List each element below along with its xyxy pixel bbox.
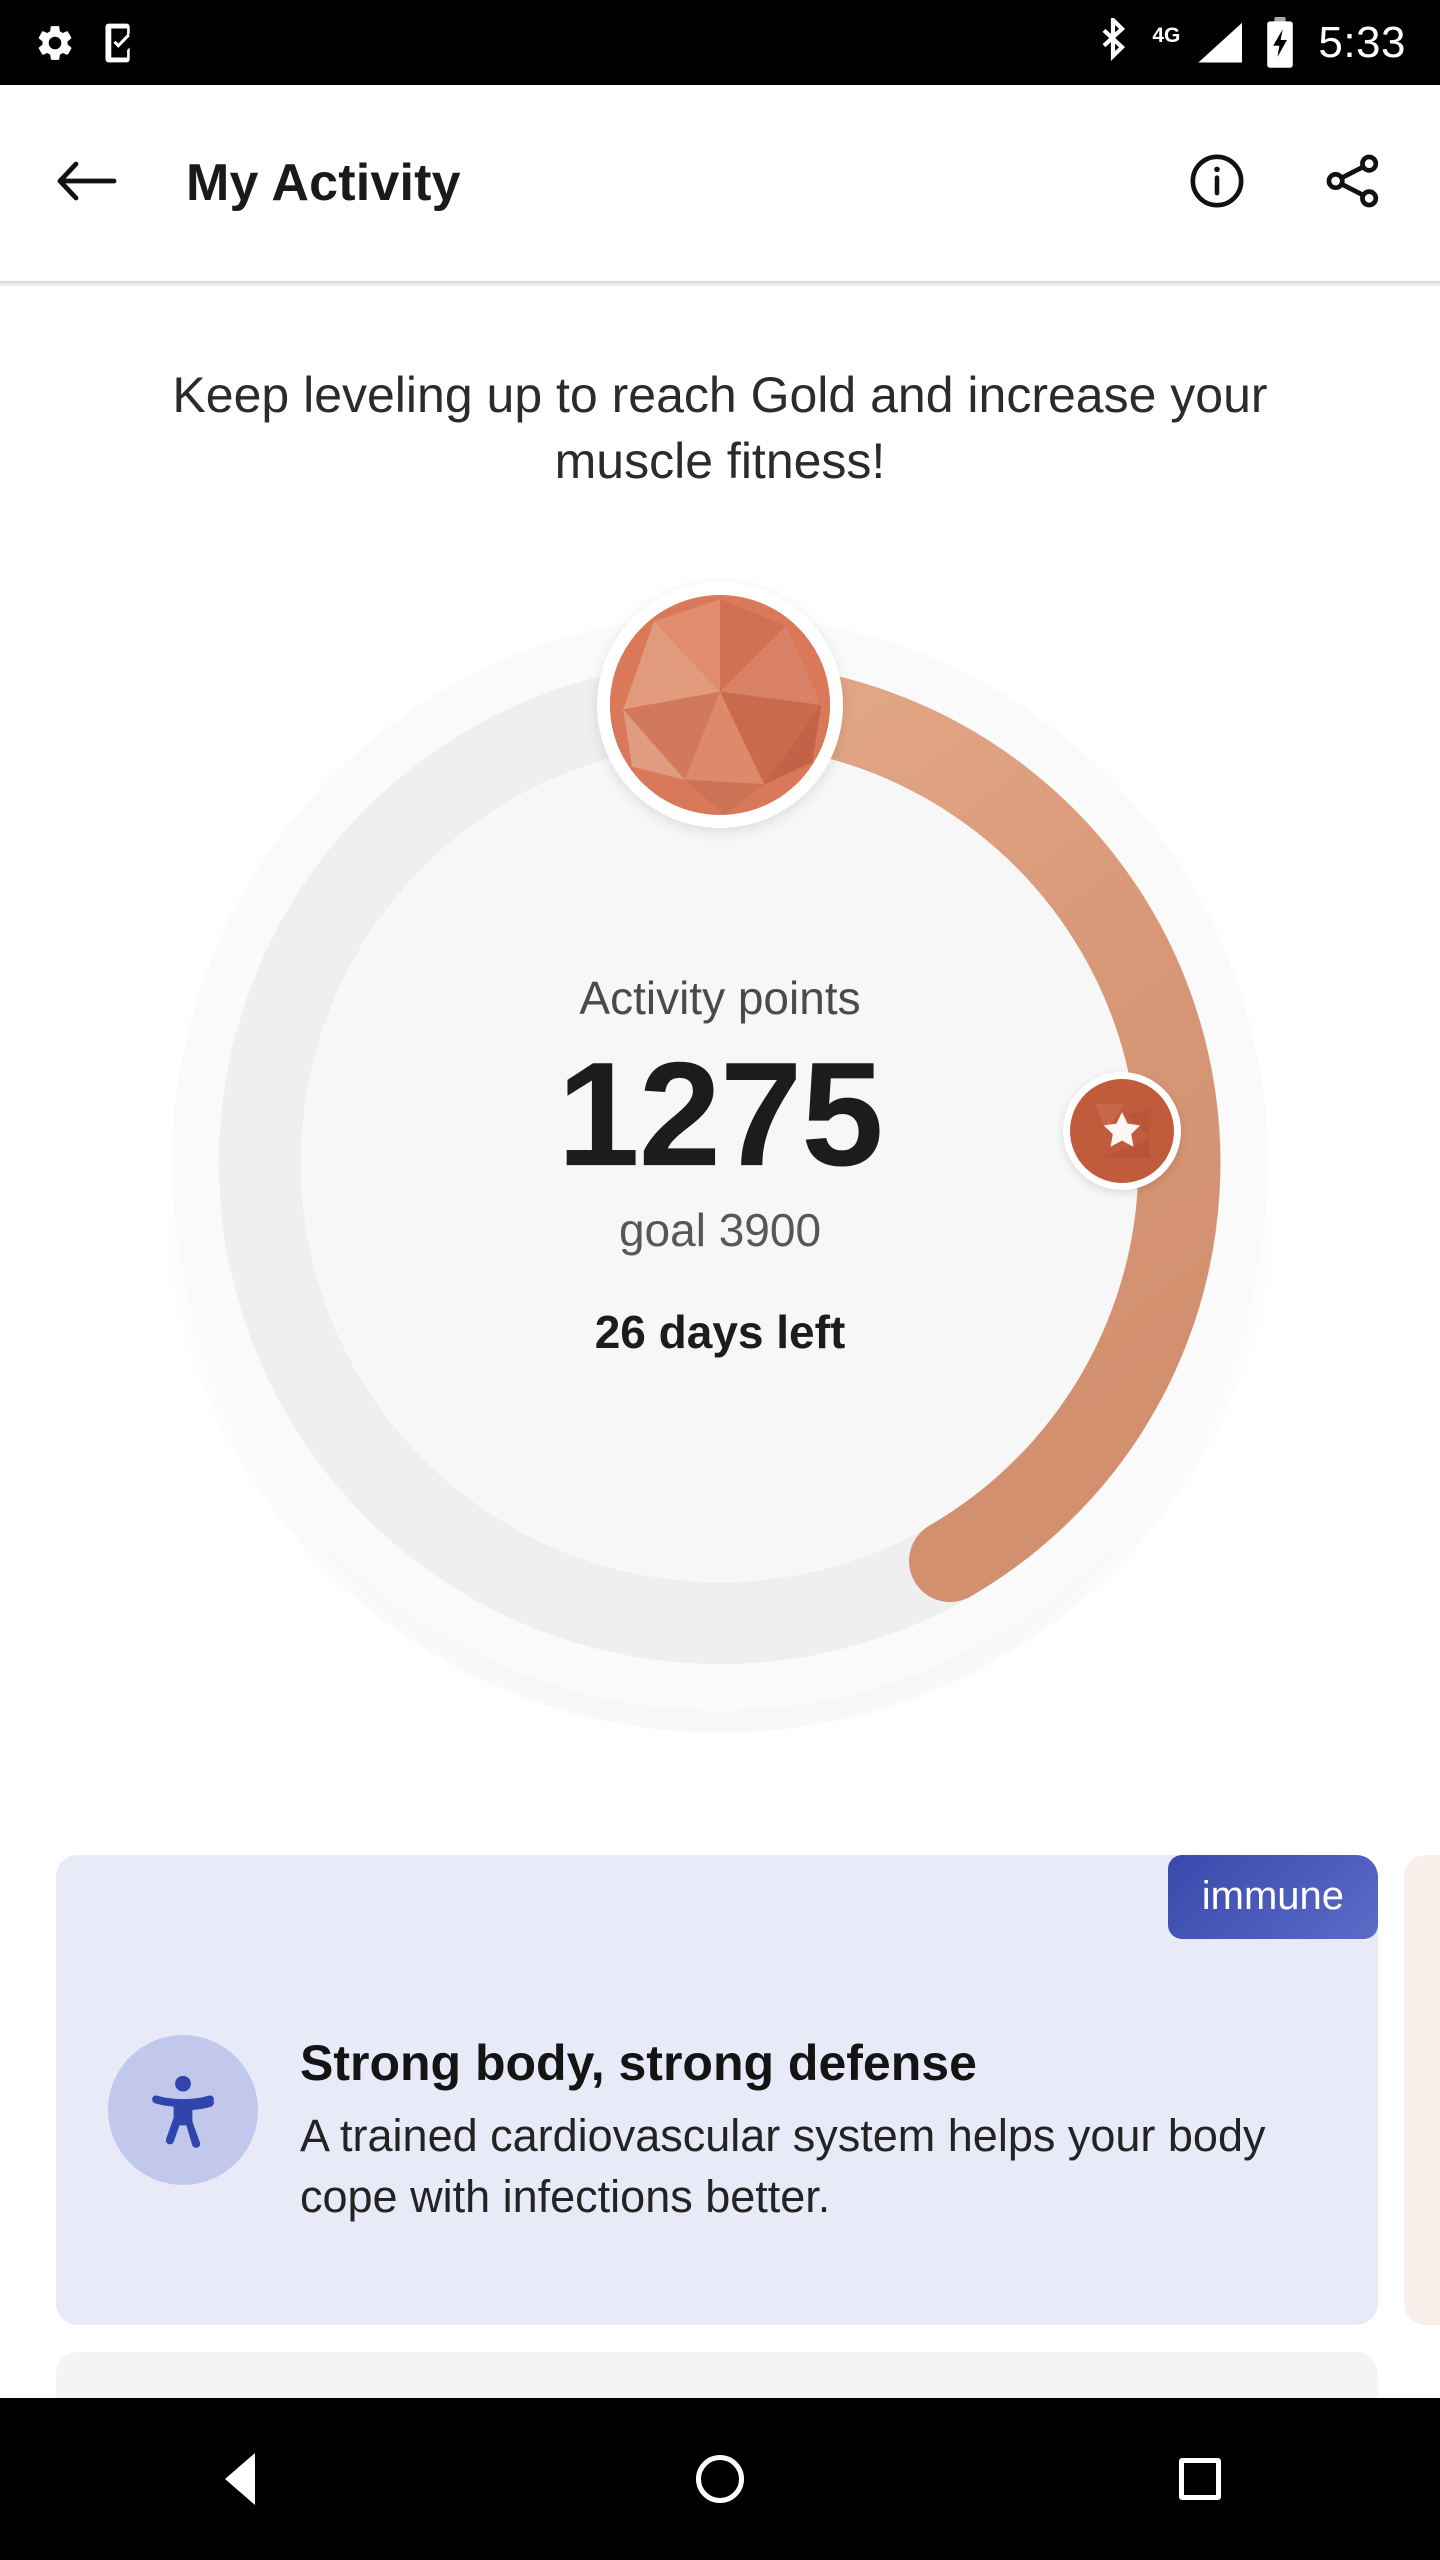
status-bar-clock: 5:33 <box>1318 17 1406 67</box>
nav-recents-icon <box>1179 2458 1221 2500</box>
app-bar-divider <box>0 281 1440 287</box>
nav-back-icon <box>225 2453 255 2505</box>
level-gem-badge[interactable] <box>597 582 843 828</box>
insight-card-title: Strong body, strong defense <box>300 2035 977 2091</box>
nav-back-button[interactable] <box>140 2398 340 2560</box>
insight-cards-carousel[interactable]: immune Strong body, strong defense A tra… <box>0 1855 1440 2335</box>
nav-home-button[interactable] <box>620 2398 820 2560</box>
nav-home-icon <box>696 2455 744 2503</box>
activity-progress-ring[interactable]: Activity points 1275 goal 3900 26 days l… <box>140 582 1300 1745</box>
activity-points-value: 1275 <box>557 1032 883 1198</box>
status-badge: immune <box>1167 1855 1378 1939</box>
app-bar-actions <box>1188 151 1384 216</box>
status-bar-left-icons <box>34 22 140 64</box>
status-bar-right-icons: 4G 5:33 <box>1096 16 1406 69</box>
info-icon[interactable] <box>1188 152 1246 215</box>
activity-goal-label: goal 3900 <box>618 1203 822 1256</box>
accessibility-icon <box>108 2035 258 2185</box>
insight-card-body: Strong body, strong defense A trained ca… <box>108 2031 1318 2227</box>
signal-bars-icon <box>1198 22 1243 63</box>
ring-center-stats: Activity points 1275 goal 3900 26 days l… <box>350 971 1090 1359</box>
system-navigation-bar <box>0 2398 1440 2560</box>
insight-card-next-peek[interactable] <box>1404 1855 1440 2325</box>
settings-gear-icon <box>34 22 76 64</box>
signal-4g-label: 4G <box>1152 23 1181 47</box>
nav-recents-button[interactable] <box>1100 2398 1300 2560</box>
headline-text: Keep leveling up to reach Gold and incre… <box>172 367 1268 489</box>
insight-card-immune[interactable]: immune Strong body, strong defense A tra… <box>56 1855 1378 2325</box>
status-bar: 4G 5:33 <box>0 0 1440 85</box>
insight-card-text: Strong body, strong defense A trained ca… <box>300 2031 1318 2227</box>
share-icon[interactable] <box>1322 151 1384 216</box>
back-button[interactable] <box>56 156 118 211</box>
app-bar: My Activity <box>0 85 1440 281</box>
gem-icon <box>610 595 830 815</box>
days-left-label: 26 days left <box>594 1305 846 1358</box>
phone-check-icon <box>100 22 140 64</box>
page-title: My Activity <box>186 154 461 212</box>
bluetooth-icon <box>1096 17 1130 68</box>
activity-points-label: Activity points <box>579 972 861 1025</box>
battery-charging-icon <box>1264 16 1296 69</box>
insight-card-description: A trained cardiovascular system helps yo… <box>300 2110 1266 2223</box>
